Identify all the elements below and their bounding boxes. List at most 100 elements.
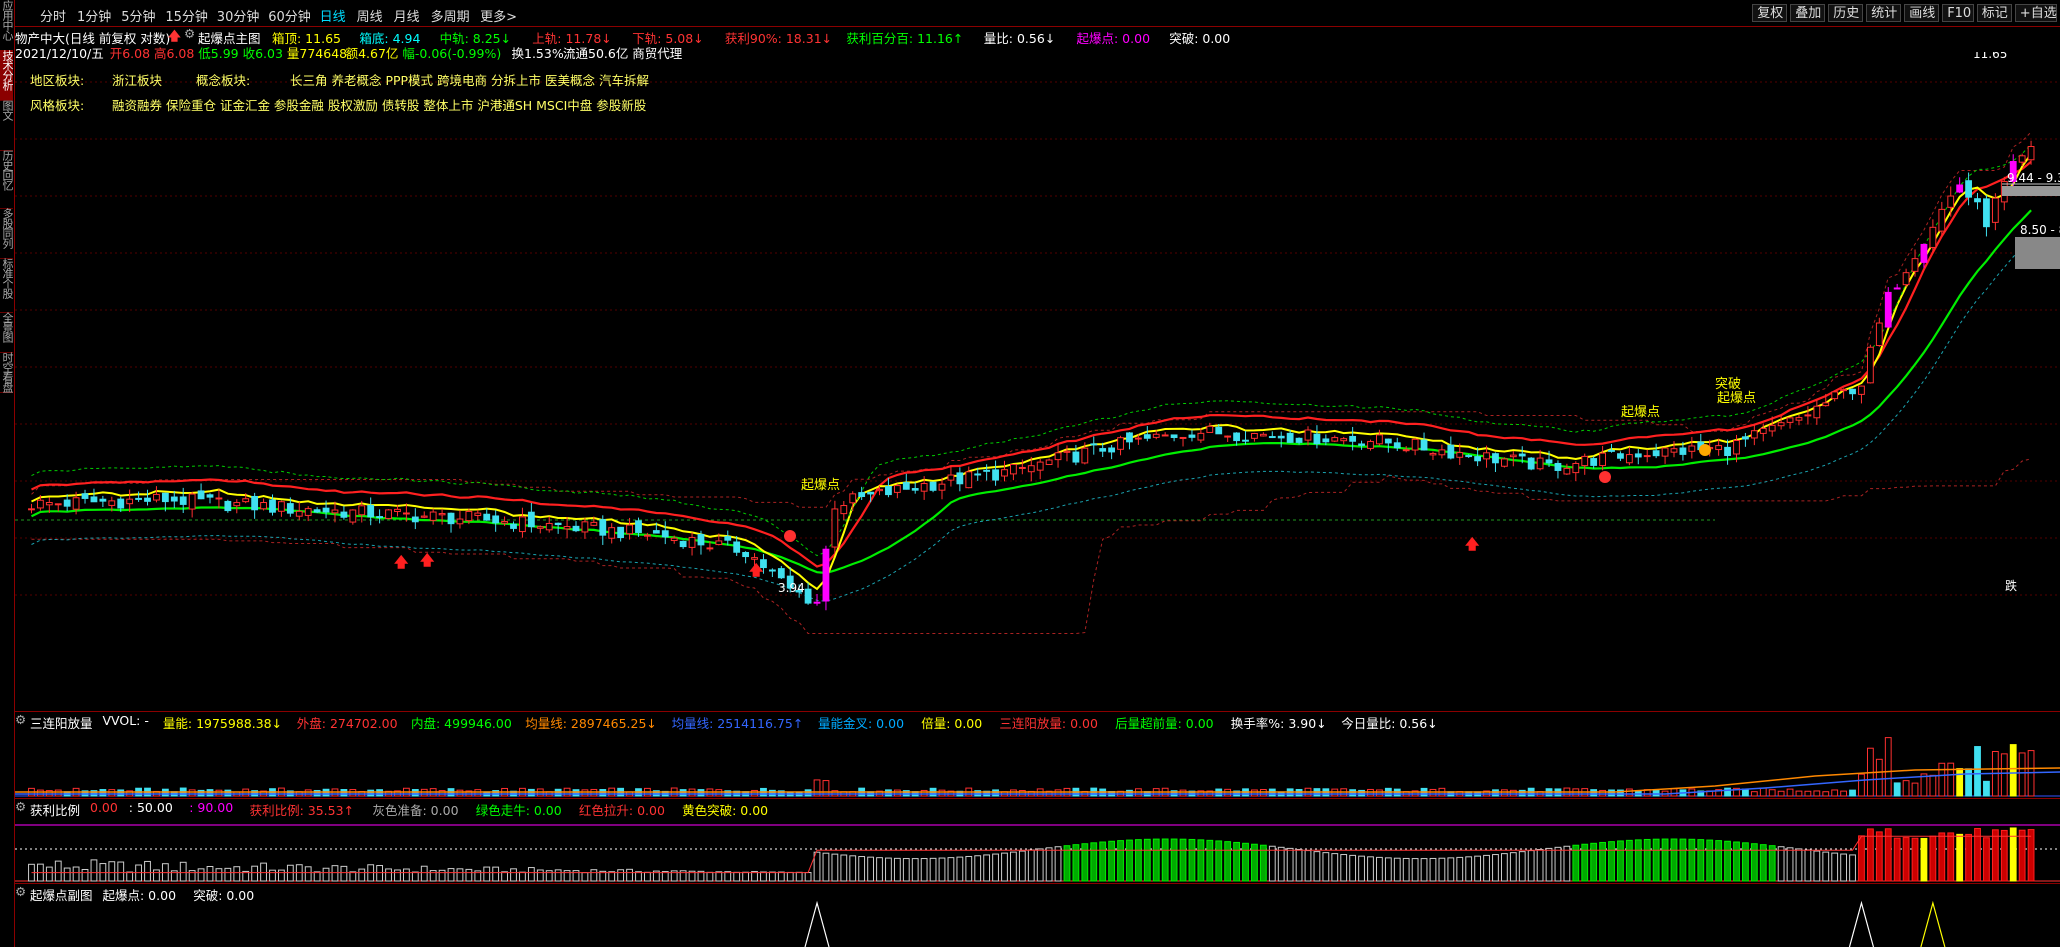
- candle-body: [1349, 435, 1357, 442]
- candle-body: [572, 525, 580, 532]
- sidebar-tab-0[interactable]: 应用中心: [0, 0, 14, 51]
- profit-bar: [269, 869, 276, 882]
- candle-body: [170, 496, 178, 502]
- candle-body: [920, 483, 928, 492]
- candle-body: [1465, 455, 1473, 458]
- sidebar-tab-1[interactable]: 技术分析: [0, 50, 14, 101]
- toolbar-button-7[interactable]: +自选: [2014, 4, 2057, 22]
- candle-body: [1045, 459, 1053, 466]
- period-8[interactable]: 月线: [394, 6, 420, 25]
- settings-icon[interactable]: ⚙: [184, 26, 195, 41]
- candle-body: [1724, 446, 1731, 456]
- profit-bar: [956, 856, 964, 882]
- profit-bar: [233, 866, 241, 882]
- profit-bar: [1126, 839, 1133, 882]
- profit-bar: [313, 871, 321, 882]
- profit-bar: [144, 860, 151, 882]
- profit-bar: [349, 871, 357, 882]
- toolbar-button-4[interactable]: 画线: [1904, 4, 1940, 22]
- profit-bar: [1536, 849, 1544, 882]
- period-10[interactable]: 更多>: [480, 6, 517, 25]
- candle-body: [1617, 453, 1624, 459]
- candle-body: [269, 499, 276, 513]
- sidebar-tab-5[interactable]: 标准个股: [0, 258, 14, 313]
- period-6[interactable]: 日线: [320, 6, 346, 25]
- candle-body: [1991, 197, 1999, 223]
- high-price-label: 11.65: [1973, 52, 2007, 61]
- period-2[interactable]: 5分钟: [121, 6, 155, 25]
- candle-body: [304, 508, 312, 516]
- toolbar-button-0[interactable]: 复权: [1752, 4, 1788, 22]
- volume-bar: [715, 789, 723, 797]
- candle-body: [1117, 437, 1124, 450]
- toolbar-button-3[interactable]: 统计: [1866, 4, 1902, 22]
- profit-bar: [1143, 838, 1151, 882]
- candle-body: [1634, 453, 1642, 458]
- profit-bar: [617, 869, 625, 882]
- profit-bar: [251, 865, 259, 882]
- volume-bar: [1840, 790, 1848, 797]
- volume-bar: [1608, 789, 1615, 797]
- candle-body: [260, 502, 267, 510]
- profit-bar: [1045, 847, 1053, 882]
- profit-bar: [1661, 838, 1669, 882]
- profit-settings-icon[interactable]: ⚙: [15, 799, 26, 814]
- volume-bar: [1742, 788, 1749, 797]
- volume-bar: [188, 789, 196, 797]
- candle-body: [1733, 440, 1740, 455]
- period-9[interactable]: 多周期: [431, 6, 470, 25]
- toolbar-button-6[interactable]: 标记: [1976, 4, 2012, 22]
- profit-bar: [465, 868, 473, 882]
- signal-chart[interactable]: [15, 900, 2060, 947]
- period-0[interactable]: 分时: [40, 6, 66, 25]
- profit-chart[interactable]: [15, 815, 2060, 883]
- signal-spike: [804, 900, 830, 947]
- profit-bar: [90, 859, 98, 882]
- toolbar-button-1[interactable]: 叠加: [1790, 4, 1826, 22]
- profit-bar: [1902, 837, 1910, 882]
- period-7[interactable]: 周线: [357, 6, 383, 25]
- quote-2: 高6.08: [154, 46, 195, 61]
- sidebar-tab-2[interactable]: 图文F10: [0, 100, 14, 151]
- candle-body: [1831, 391, 1839, 400]
- candle-body: [1840, 389, 1848, 392]
- period-3[interactable]: 15分钟: [165, 6, 208, 25]
- profit-bar: [117, 861, 125, 882]
- profit-bar: [2027, 829, 2035, 882]
- candle-body: [1304, 429, 1312, 441]
- profit-bar: [1474, 855, 1482, 882]
- toolbar-button-2[interactable]: 历史: [1828, 4, 1864, 22]
- candle-body: [501, 520, 508, 524]
- volume-bar: [572, 789, 580, 797]
- toolbar-button-5[interactable]: F10: [1942, 4, 1974, 22]
- sidebar-tab-7[interactable]: 时空看盘: [0, 352, 14, 393]
- price-chart[interactable]: 9.44 - 9.308.50 - 8.0611.653.94起爆点起爆点突破起…: [15, 52, 2060, 712]
- volume-bar: [1902, 780, 1910, 797]
- profit-bar: [179, 861, 187, 882]
- profit-bar: [1956, 833, 1964, 882]
- volume-bar: [1759, 787, 1767, 797]
- sidebar-tab-6[interactable]: 全景图: [0, 312, 14, 353]
- sidebar-tab-4[interactable]: 多股同列: [0, 208, 14, 259]
- vol-settings-icon[interactable]: ⚙: [15, 712, 26, 727]
- main-value-5: 获利90%: 18.31↓: [724, 31, 833, 46]
- profit-bar: [849, 855, 857, 882]
- candle-body: [1813, 405, 1821, 419]
- candle-body: [295, 510, 303, 517]
- volume-bar: [1670, 788, 1678, 797]
- buy-arrow-icon: 🡅: [1465, 537, 1480, 553]
- volume-chart[interactable]: [15, 728, 2060, 798]
- period-5[interactable]: 60分钟: [268, 6, 311, 25]
- volume-bar: [1884, 737, 1892, 797]
- profit-value-7: 黄色突破: 0.00: [682, 803, 769, 818]
- yellow-ma-line: [31, 153, 2032, 591]
- volume-bar: [215, 789, 223, 797]
- candle-body: [1027, 465, 1035, 473]
- candle-body: [1367, 440, 1374, 449]
- period-1[interactable]: 1分钟: [77, 6, 111, 25]
- volume-bar: [992, 789, 999, 797]
- period-4[interactable]: 30分钟: [217, 6, 260, 25]
- sidebar-tab-3[interactable]: 历史回忆: [0, 150, 14, 209]
- candle-body: [938, 483, 946, 491]
- signal-settings-icon[interactable]: ⚙: [15, 884, 26, 899]
